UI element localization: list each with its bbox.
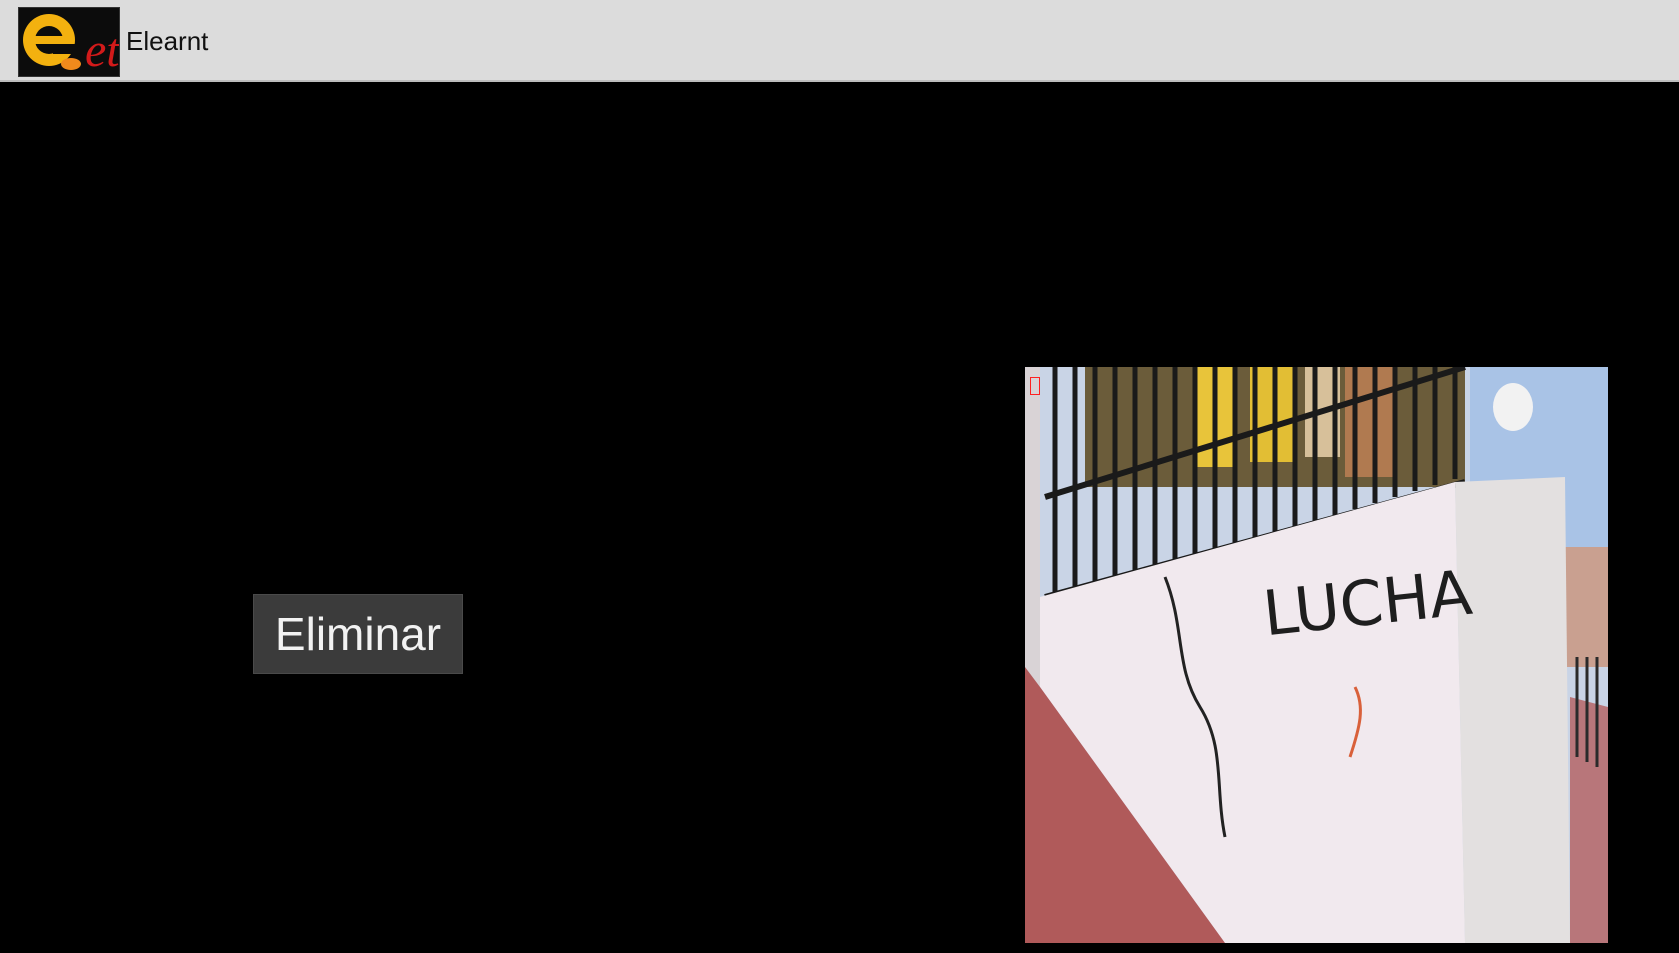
app-title: Elearnt bbox=[126, 26, 209, 56]
selection-marker[interactable] bbox=[1030, 377, 1040, 395]
delete-button[interactable]: Eliminar bbox=[253, 594, 463, 674]
content-area: Eliminar LUCHA bbox=[0, 82, 1679, 953]
logo-letter-t: et bbox=[85, 24, 119, 76]
elearnt-logo-icon: et bbox=[18, 7, 120, 77]
action-bar: et Elearnt bbox=[0, 0, 1679, 82]
app-window: et Elearnt Eliminar LUCHA bbox=[0, 0, 1679, 953]
photo-image[interactable]: LUCHA bbox=[1025, 367, 1608, 943]
